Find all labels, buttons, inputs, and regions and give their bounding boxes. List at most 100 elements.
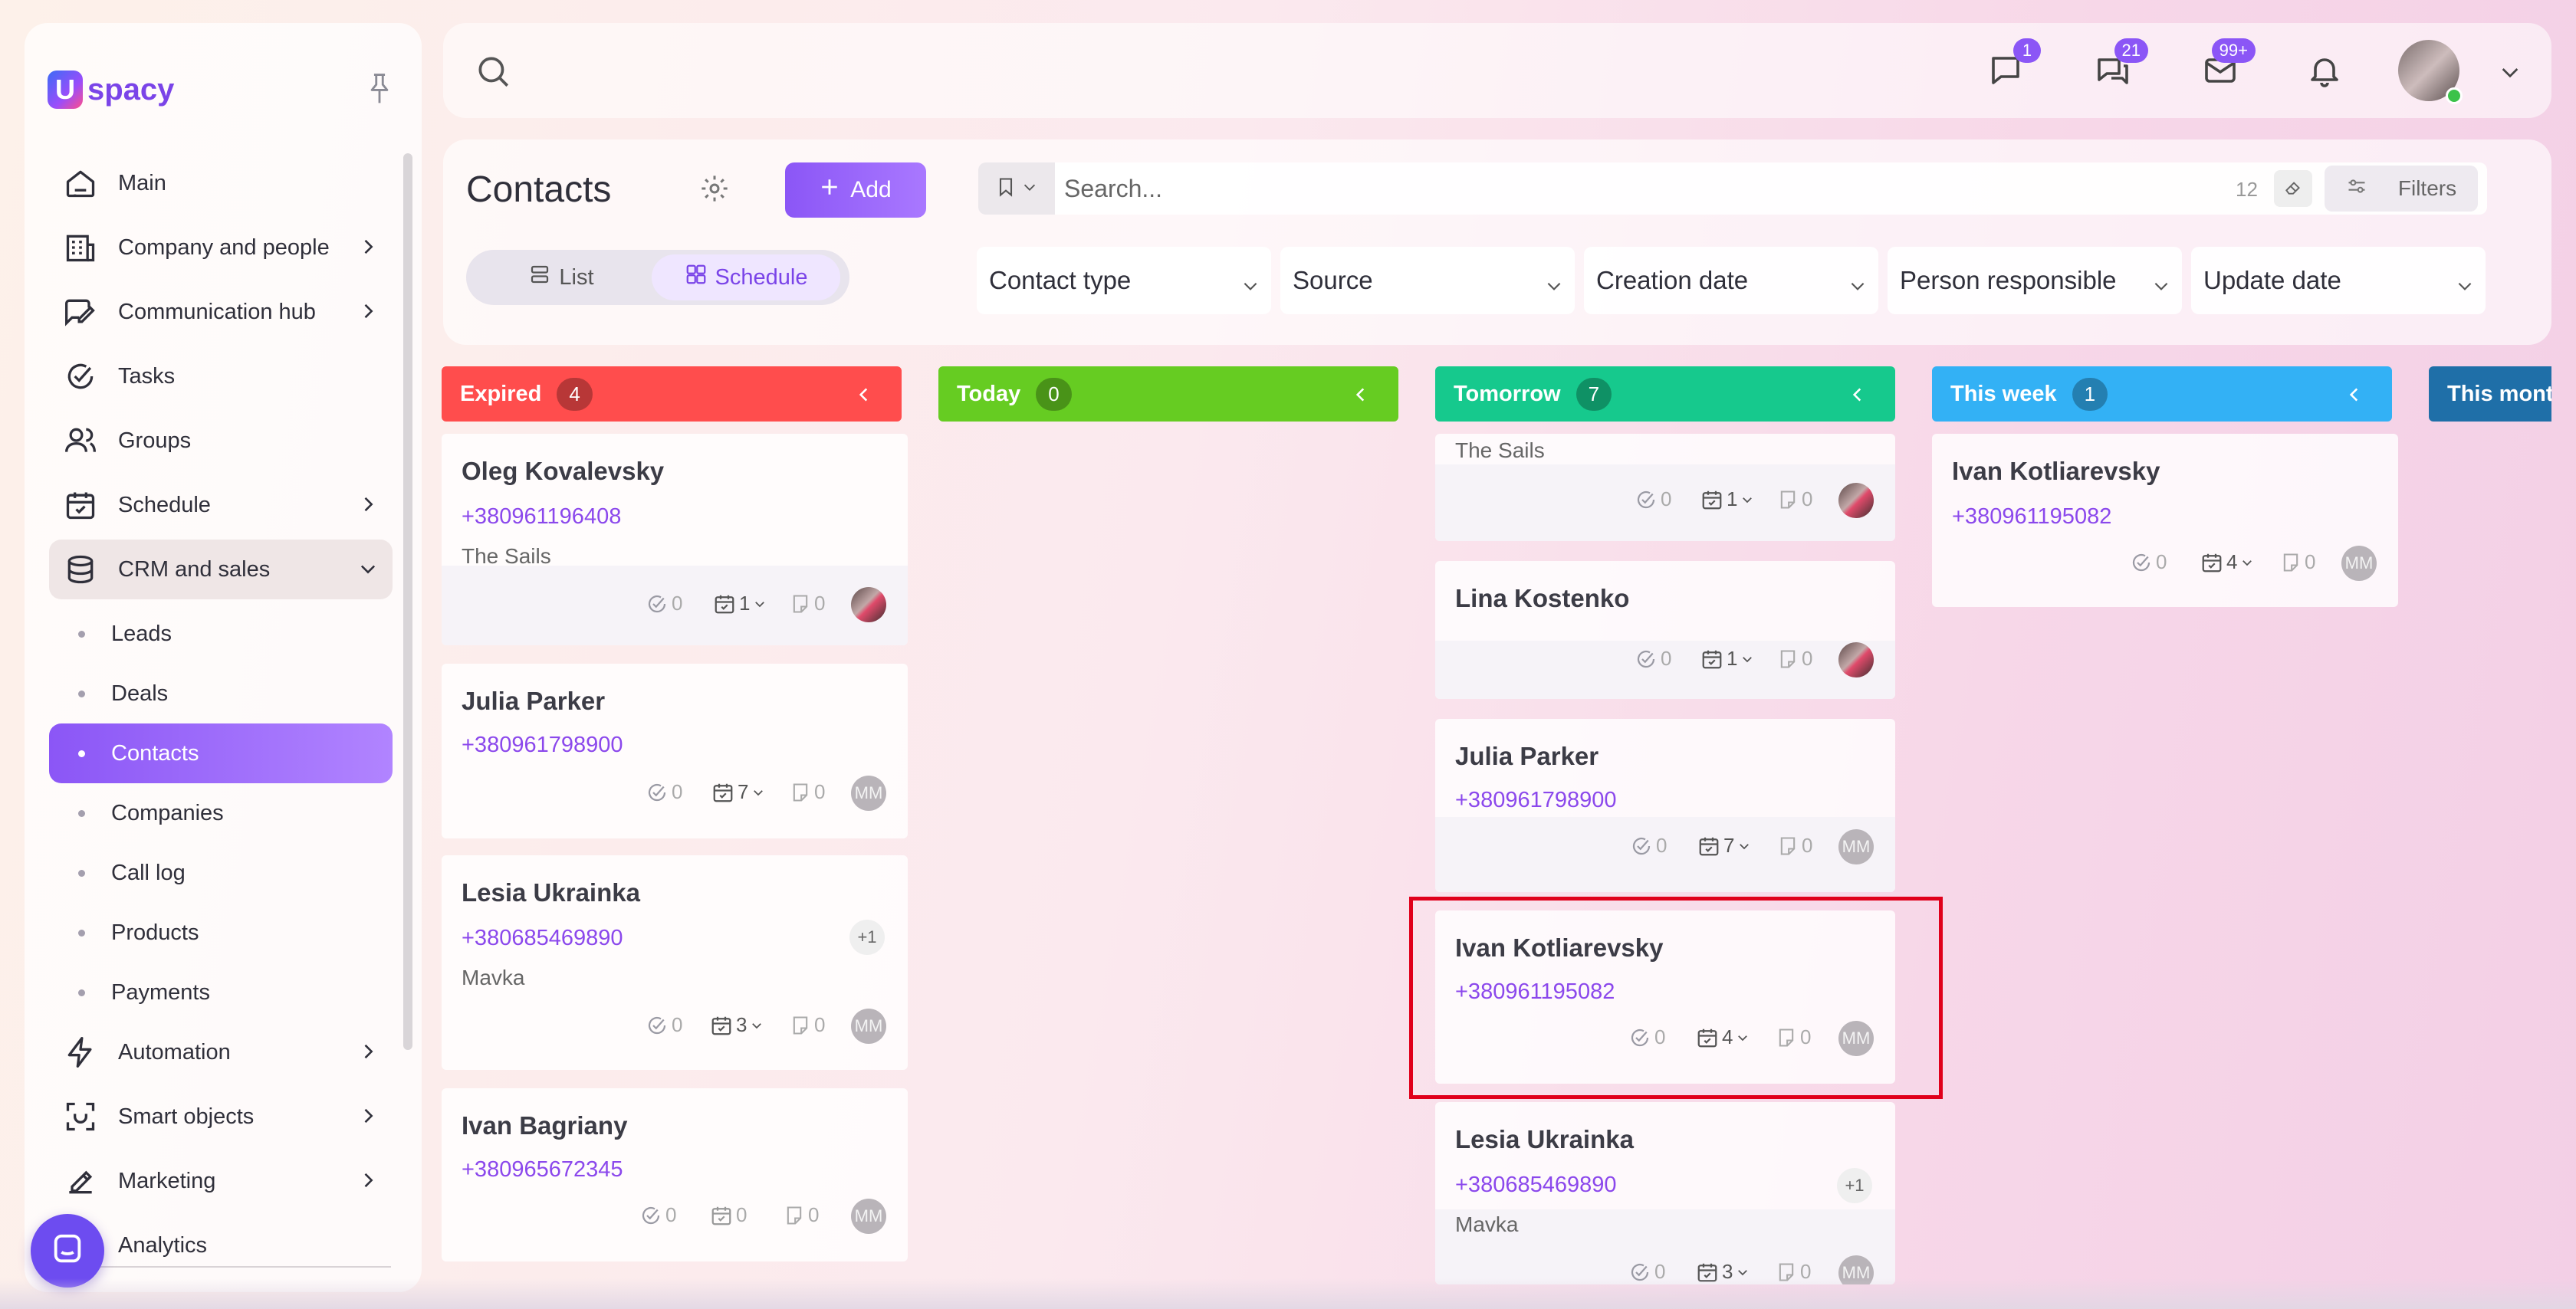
update-date-dropdown[interactable]: Update date (2191, 247, 2486, 314)
contact-company[interactable]: Mavka (1455, 1212, 1518, 1237)
messages-button[interactable]: 1 (1984, 38, 2041, 94)
filters-button[interactable]: Filters (2325, 166, 2478, 212)
sidebar-item-communication-hub[interactable]: Communication hub (49, 282, 393, 342)
comments-counter[interactable]: 0 (790, 1013, 825, 1037)
events-counter[interactable]: 7 (711, 780, 765, 804)
search-icon[interactable] (474, 52, 512, 94)
sidebar-scrollbar[interactable] (403, 153, 412, 1050)
sidebar-item-company-and-people[interactable]: Company and people (49, 218, 393, 277)
contact-card[interactable]: Ivan Kotliarevsky +380961195082 0 4 0 MM (1932, 434, 2398, 607)
tasks-counter[interactable]: 0 (646, 1013, 682, 1037)
sidebar-item-groups[interactable]: Groups (49, 411, 393, 471)
support-chat-button[interactable] (31, 1214, 104, 1288)
chevron-left-icon[interactable] (1848, 385, 1868, 411)
saved-filters-button[interactable] (978, 162, 1055, 215)
chevron-left-icon[interactable] (2344, 385, 2364, 411)
sidebar-item-smart-objects[interactable]: Smart objects (49, 1087, 393, 1147)
contact-name[interactable]: Ivan Kotliarevsky (1455, 933, 1663, 963)
contact-name[interactable]: Lesia Ukrainka (462, 878, 640, 907)
chevron-down-icon[interactable] (2498, 60, 2522, 88)
sidebar-subitem-deals[interactable]: Deals (49, 664, 393, 723)
contact-phone[interactable]: +380961195082 (1455, 979, 1615, 1005)
contact-card[interactable]: Ivan Kotliarevsky +380961195082 0 4 0 MM (1435, 910, 1895, 1084)
gear-icon[interactable] (699, 173, 730, 208)
contact-card[interactable]: Lesia Ukrainka +380685469890 +1 Mavka 0 … (442, 855, 908, 1070)
contact-phone[interactable]: +380961798900 (1455, 788, 1616, 813)
sidebar-subitem-companies[interactable]: Companies (49, 783, 393, 843)
extra-phones-badge[interactable]: +1 (1837, 1168, 1872, 1203)
pin-icon[interactable] (366, 72, 393, 110)
responsible-avatar[interactable]: MM (2341, 546, 2377, 581)
responsible-avatar[interactable]: MM (1838, 1021, 1874, 1056)
source-dropdown[interactable]: Source (1280, 247, 1575, 314)
chats-button[interactable]: 21 (2091, 38, 2148, 94)
contact-card[interactable]: Julia Parker +380961798900 0 7 0 MM (1435, 719, 1895, 892)
events-counter[interactable]: 1 (713, 592, 767, 615)
responsible-avatar[interactable] (1838, 483, 1874, 518)
sidebar-item-crm-and-sales[interactable]: CRM and sales (49, 540, 393, 599)
events-counter[interactable]: 1 (1700, 647, 1754, 671)
contact-phone[interactable]: +380685469890 (462, 926, 623, 951)
contact-type-dropdown[interactable]: Contact type (977, 247, 1271, 314)
contact-phone[interactable]: +380961195082 (1952, 504, 2111, 530)
contact-phone[interactable]: +380965672345 (462, 1157, 623, 1183)
contact-phone[interactable]: +380685469890 (1455, 1173, 1616, 1198)
add-contact-button[interactable]: Add (785, 162, 926, 218)
responsible-avatar[interactable]: MM (851, 1199, 886, 1234)
comments-counter[interactable]: 0 (1776, 1025, 1811, 1049)
extra-phones-badge[interactable]: +1 (849, 920, 885, 955)
events-counter[interactable]: 3 (710, 1013, 764, 1037)
sidebar-item-automation[interactable]: Automation (49, 1022, 393, 1082)
contact-name[interactable]: Oleg Kovalevsky (462, 457, 664, 486)
column-header-expired[interactable]: Expired 4 (442, 366, 902, 422)
column-header-this-week[interactable]: This week 1 (1932, 366, 2392, 422)
app-logo[interactable]: U spacy (48, 71, 174, 109)
comments-counter[interactable]: 0 (1777, 647, 1812, 671)
contact-name[interactable]: Ivan Bagriany (462, 1111, 627, 1140)
tasks-counter[interactable]: 0 (1630, 834, 1667, 858)
comments-counter[interactable]: 0 (1777, 834, 1812, 858)
mail-button[interactable]: 99+ (2199, 38, 2256, 94)
sidebar-subitem-call-log[interactable]: Call log (49, 843, 393, 903)
contact-name[interactable]: Julia Parker (462, 687, 605, 716)
creation-date-dropdown[interactable]: Creation date (1584, 247, 1878, 314)
comments-counter[interactable]: 0 (784, 1203, 819, 1227)
responsible-avatar[interactable]: MM (851, 776, 886, 811)
column-header-this-month[interactable]: This mont (2429, 366, 2551, 422)
contact-card[interactable]: Julia Parker +380961798900 0 7 0 MM (442, 664, 908, 838)
contact-card[interactable]: Oleg Kovalevsky +380961196408 The Sails … (442, 434, 908, 645)
column-header-today[interactable]: Today 0 (938, 366, 1398, 422)
responsible-avatar[interactable]: MM (851, 1009, 886, 1044)
events-counter[interactable]: 1 (1700, 487, 1754, 511)
contact-company[interactable]: The Sails (1455, 438, 1545, 463)
comments-counter[interactable]: 0 (1777, 487, 1812, 511)
tasks-counter[interactable]: 0 (1628, 1025, 1665, 1049)
sidebar-item-schedule[interactable]: Schedule (49, 475, 393, 535)
view-list-tab[interactable]: List (471, 254, 652, 300)
sidebar-item-tasks[interactable]: Tasks (49, 346, 393, 406)
contact-company[interactable]: Mavka (462, 966, 524, 990)
contact-name[interactable]: Lina Kostenko (1455, 584, 1629, 613)
comments-counter[interactable]: 0 (790, 780, 825, 804)
sidebar-item-main[interactable]: Main (49, 153, 393, 213)
tasks-counter[interactable]: 0 (646, 592, 682, 615)
contact-card[interactable]: The Sails 0 1 0 (1435, 434, 1895, 541)
events-counter[interactable]: 0 (710, 1203, 747, 1227)
tasks-counter[interactable]: 0 (1635, 487, 1671, 511)
responsible-avatar[interactable] (1838, 642, 1874, 677)
contact-card[interactable]: Ivan Bagriany +380965672345 0 0 0 MM (442, 1088, 908, 1261)
responsible-avatar[interactable]: MM (1838, 829, 1874, 864)
person-responsible-dropdown[interactable]: Person responsible (1888, 247, 2182, 314)
responsible-avatar[interactable] (851, 587, 886, 622)
chevron-left-icon[interactable] (1351, 385, 1371, 411)
contact-card[interactable]: Lesia Ukrainka +380685469890 +1 Mavka 0 … (1435, 1102, 1895, 1284)
events-counter[interactable]: 4 (2200, 550, 2254, 574)
tasks-counter[interactable]: 0 (646, 780, 682, 804)
contact-name[interactable]: Ivan Kotliarevsky (1952, 457, 2160, 486)
contact-card[interactable]: Lina Kostenko 0 1 0 (1435, 561, 1895, 699)
sidebar-subitem-products[interactable]: Products (49, 903, 393, 963)
sidebar-subitem-payments[interactable]: Payments (49, 963, 393, 1022)
contact-phone[interactable]: +380961196408 (462, 504, 621, 530)
contact-name[interactable]: Julia Parker (1455, 742, 1598, 771)
sidebar-subitem-contacts[interactable]: Contacts (49, 723, 393, 783)
